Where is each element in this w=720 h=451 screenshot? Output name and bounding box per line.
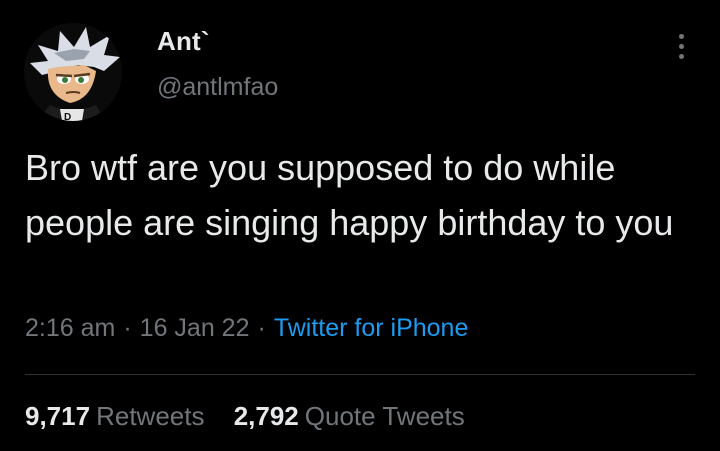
tweet-card: D Ant` @antlmfao Bro wtf are you suppose…: [0, 0, 720, 451]
tweet-source-link[interactable]: Twitter for iPhone: [274, 314, 469, 342]
tweet-text: Bro wtf are you supposed to do while peo…: [25, 147, 674, 243]
divider: [25, 374, 695, 375]
more-dot: [678, 53, 684, 59]
more-options-icon[interactable]: [664, 26, 698, 66]
retweets-count: 9,717: [25, 401, 91, 431]
avatar[interactable]: D: [24, 23, 122, 121]
tweet-stats: 9,717 Retweets 2,792 Quote Tweets: [25, 401, 465, 432]
tweet-meta: 2:16 am · 16 Jan 22 · Twitter for iPhone: [25, 314, 468, 343]
tweet-date[interactable]: 16 Jan 22: [140, 314, 250, 342]
more-dot: [678, 43, 684, 49]
quote-tweets-stat[interactable]: 2,792 Quote Tweets: [234, 401, 465, 432]
tweet-time[interactable]: 2:16 am: [25, 314, 115, 342]
avatar-image: D: [24, 23, 122, 121]
author-handle[interactable]: @antlmfao: [157, 73, 278, 102]
retweets-label: Retweets: [96, 401, 205, 431]
quote-tweets-count: 2,792: [233, 401, 299, 431]
meta-separator: ·: [123, 314, 132, 342]
author-display-name[interactable]: Ant`: [157, 26, 210, 57]
meta-separator: ·: [257, 314, 266, 342]
quote-tweets-label: Quote Tweets: [304, 401, 465, 431]
retweets-stat[interactable]: 9,717 Retweets: [25, 401, 204, 432]
more-dot: [678, 33, 684, 39]
svg-text:D: D: [64, 112, 71, 121]
